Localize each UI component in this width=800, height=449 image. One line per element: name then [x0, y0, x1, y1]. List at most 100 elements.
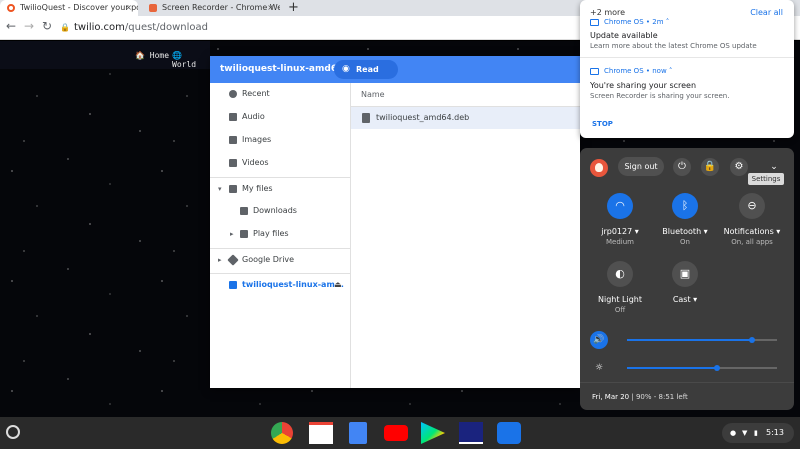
chevron-right-icon[interactable]: ▸ [218, 249, 222, 271]
computer-icon [229, 185, 237, 193]
brightness-slider[interactable] [627, 365, 777, 371]
tab-title: TwilioQuest - Discover your pow [20, 3, 138, 12]
lock-icon: 🔒 [60, 23, 70, 32]
sidebar-item-zip[interactable]: twilioquest-linux-am... ⏏ [210, 273, 351, 295]
sidebar-item-label: Play files [253, 229, 289, 238]
feature-pod-wifi[interactable]: ◠ jrp0127 ▾ Medium [588, 193, 652, 246]
lock-icon[interactable]: 🔒 [701, 158, 719, 176]
reload-button[interactable]: ↻ [42, 19, 52, 33]
screen-recorder-icon[interactable] [459, 422, 483, 444]
image-icon [229, 136, 237, 144]
read-only-badge[interactable]: ◉ Read only [334, 60, 398, 93]
feature-pod-notifications[interactable]: ⊖ Notifications ▾ On, all apps [720, 193, 784, 246]
nav-world-link[interactable]: 🌐 World [172, 51, 210, 69]
status-area[interactable]: ● ▼ ▮ 5:13 [722, 423, 794, 443]
feature-pod-night-light[interactable]: ◐ Night Light Off [588, 261, 652, 314]
cast-icon[interactable]: ▣ [672, 261, 698, 287]
files-list: Name twilioquest_amd64.deb [351, 83, 580, 388]
sidebar-item-google-drive[interactable]: ▸ Google Drive [210, 248, 351, 270]
back-button[interactable]: ← [6, 19, 16, 33]
battery-label[interactable]: 90% - 8:51 left [636, 393, 688, 401]
site-nav: 🏠 Home 🌐 World [0, 41, 210, 69]
brightness-icon[interactable]: ☼ [590, 359, 608, 377]
feature-pod-sublabel: On, all apps [731, 238, 773, 246]
feature-pod-sublabel: Medium [606, 238, 634, 246]
feature-pod-bluetooth[interactable]: ᛒ Bluetooth ▾ On [653, 193, 717, 246]
notification-title[interactable]: You're sharing your screen [590, 81, 696, 90]
video-icon [229, 159, 237, 167]
volume-slider[interactable] [627, 337, 777, 343]
column-header-name[interactable]: Name [351, 83, 580, 107]
tab-title: Screen Recorder - Chrome Web S [162, 3, 280, 12]
settings-tooltip: Settings [748, 173, 784, 185]
sidebar-item-my-files[interactable]: ▾ My files [210, 177, 351, 199]
sign-out-button[interactable]: Sign out [618, 157, 664, 176]
url-path: /quest/download [124, 22, 208, 33]
file-row[interactable]: twilioquest_amd64.deb [351, 107, 580, 129]
files-icon[interactable] [497, 422, 521, 444]
notification-body: Screen Recorder is sharing your screen. [590, 92, 730, 100]
notification-title[interactable]: Update available [590, 31, 658, 40]
feature-pod-sublabel: Off [614, 306, 626, 314]
chrome-os-icon [590, 19, 599, 26]
bluetooth-icon[interactable]: ᛒ [672, 193, 698, 219]
eject-icon[interactable]: ⏏ [334, 274, 342, 296]
sidebar-item-recent[interactable]: Recent [210, 83, 351, 105]
play-store-icon[interactable] [421, 422, 445, 444]
wifi-icon[interactable]: ◠ [607, 193, 633, 219]
sidebar-item-label: My files [242, 184, 273, 193]
feature-pod-cast[interactable]: ▣ Cast ▾ [653, 261, 717, 306]
clock-icon [229, 90, 237, 98]
notification-source: Chrome OS • now ˄ [604, 67, 673, 75]
stop-sharing-button[interactable]: STOP [592, 120, 613, 128]
feature-pod-label: Night Light [598, 295, 642, 304]
date-label[interactable]: Fri, Mar 20 [592, 393, 629, 401]
clear-all-button[interactable]: Clear all [750, 8, 783, 17]
sidebar-item-label: Google Drive [242, 255, 295, 264]
webstore-favicon-icon [149, 4, 157, 12]
nav-home-link[interactable]: 🏠 Home [135, 51, 169, 60]
eye-icon: ◉ [342, 64, 350, 74]
youtube-icon[interactable] [384, 425, 408, 441]
zip-icon [229, 281, 237, 289]
tab-close-icon[interactable]: × [267, 0, 274, 16]
divider [580, 57, 794, 58]
notification-dot-icon: ● [730, 429, 737, 437]
power-icon[interactable]: ⏻ [673, 158, 691, 176]
volume-knob[interactable] [749, 337, 755, 343]
file-name: twilioquest_amd64.deb [376, 113, 470, 122]
sidebar-item-images[interactable]: Images [210, 129, 351, 151]
url-host: twilio.com [73, 22, 125, 33]
more-notifications[interactable]: +2 more [590, 8, 625, 17]
files-header: twilioquest-linux-amd64.zip ◉ Read only [210, 56, 580, 93]
tab-screen-recorder[interactable]: Screen Recorder - Chrome Web S × [142, 0, 280, 16]
avatar[interactable] [590, 159, 608, 177]
chevron-right-icon[interactable]: ▸ [230, 223, 234, 245]
launcher-button[interactable] [6, 425, 20, 439]
new-tab-button[interactable]: + [288, 0, 299, 15]
gear-icon[interactable]: ⚙ [730, 158, 748, 176]
tab-close-icon[interactable]: × [125, 0, 132, 16]
address-bar[interactable]: 🔒 twilio.com/quest/download [60, 19, 580, 37]
notification-center: +2 more Clear all Chrome OS • 2m ˄ Updat… [580, 0, 794, 138]
battery-icon: ▮ [754, 429, 758, 437]
sidebar-item-videos[interactable]: Videos [210, 152, 351, 174]
night-light-icon[interactable]: ◐ [607, 261, 633, 287]
forward-button[interactable]: → [24, 19, 34, 33]
feature-pod-label: Notifications ▾ [723, 227, 781, 236]
tab-twilioquest[interactable]: TwilioQuest - Discover your pow × [0, 0, 138, 16]
chevron-down-icon[interactable]: ▾ [218, 178, 222, 200]
notifications-icon[interactable]: ⊖ [739, 193, 765, 219]
sidebar-item-play-files[interactable]: ▸ Play files [210, 223, 351, 245]
sidebar-item-audio[interactable]: Audio [210, 106, 351, 128]
docs-icon[interactable] [349, 422, 367, 444]
feature-pod-sublabel: On [680, 238, 690, 246]
file-icon [362, 113, 370, 123]
audio-icon [229, 113, 237, 121]
sidebar-item-downloads[interactable]: Downloads [210, 200, 351, 222]
gmail-icon[interactable] [309, 422, 333, 444]
feature-pod-label: Bluetooth ▾ [662, 227, 708, 236]
brightness-knob[interactable] [714, 365, 720, 371]
volume-icon[interactable]: 🔊 [590, 331, 608, 349]
chrome-icon[interactable] [271, 422, 293, 444]
